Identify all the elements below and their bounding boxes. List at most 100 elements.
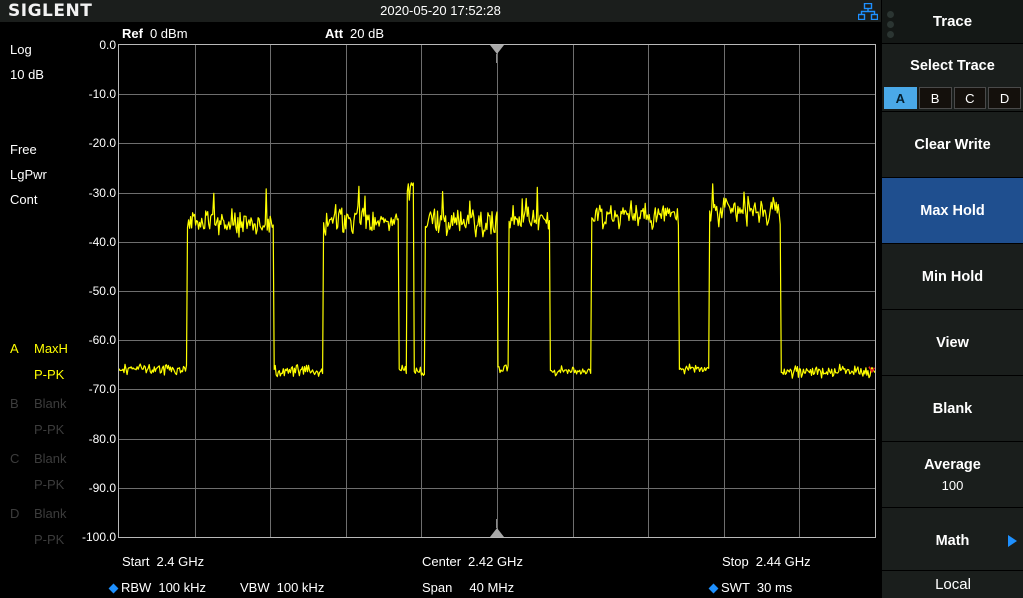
menu-title: Trace bbox=[933, 13, 972, 30]
local-button[interactable]: Local bbox=[882, 570, 1023, 598]
average-count-value: 100 bbox=[942, 478, 964, 493]
center-frequency-line-bottom bbox=[496, 519, 497, 528]
start-freq-value: 2.4 GHz bbox=[156, 554, 204, 569]
softkey-label: Max Hold bbox=[920, 203, 984, 219]
att-key: Att bbox=[325, 26, 343, 41]
softkey-average[interactable]: Average 100 bbox=[882, 442, 1023, 508]
softkey-math[interactable]: Math bbox=[882, 508, 1023, 574]
span-key: Span bbox=[422, 580, 452, 595]
rbw-value: 100 kHz bbox=[158, 580, 206, 595]
softkey-label: Min Hold bbox=[922, 269, 983, 285]
scale-per-div-label: 10 dB bbox=[10, 67, 44, 82]
vbw-field[interactable]: VBW 100 kHz bbox=[240, 580, 324, 595]
menu-grip-handle[interactable] bbox=[886, 8, 898, 41]
vbw-key: VBW bbox=[240, 580, 270, 595]
center-frequency-marker-bottom bbox=[490, 528, 504, 537]
swt-key: SWT bbox=[721, 580, 750, 595]
stop-freq-value: 2.44 GHz bbox=[756, 554, 811, 569]
span-value: 40 MHz bbox=[469, 580, 514, 595]
span-field[interactable]: Span 40 MHz bbox=[422, 580, 514, 595]
start-freq-field[interactable]: Start 2.4 GHz bbox=[122, 554, 204, 569]
y-tick-label: -70.0 bbox=[72, 382, 116, 396]
trace-canvas bbox=[119, 45, 875, 537]
trigger-mode-label: Free bbox=[10, 142, 37, 157]
trace-segment-b[interactable]: B bbox=[919, 87, 952, 109]
y-tick-label: -90.0 bbox=[72, 481, 116, 495]
softkey-label: Blank bbox=[933, 401, 973, 417]
softkey-blank[interactable]: Blank bbox=[882, 376, 1023, 442]
trace-b-id: B bbox=[10, 396, 19, 411]
trace-a-state: MaxH bbox=[34, 341, 68, 356]
y-tick-label: -60.0 bbox=[72, 333, 116, 347]
scale-type-label: Log bbox=[10, 42, 32, 57]
rbw-field[interactable]: RBW 100 kHz bbox=[110, 580, 206, 595]
y-tick-label: -80.0 bbox=[72, 432, 116, 446]
grip-dot-icon bbox=[887, 31, 894, 38]
softkey-label: Clear Write bbox=[914, 137, 990, 153]
ref-key: Ref bbox=[122, 26, 143, 41]
menu-title-bar: Trace bbox=[882, 0, 1023, 44]
softkey-min-hold[interactable]: Min Hold bbox=[882, 244, 1023, 310]
y-tick-label: 0.0 bbox=[72, 38, 116, 52]
softkey-menu: Trace Select Trace A B C D Clear Write M… bbox=[881, 0, 1023, 598]
softkey-label: Math bbox=[936, 533, 970, 549]
local-label: Local bbox=[935, 576, 971, 593]
detector-mode-label: LgPwr bbox=[10, 167, 47, 182]
clock-timestamp: 2020-05-20 17:52:28 bbox=[0, 3, 881, 18]
trace-c-state: Blank bbox=[34, 451, 67, 466]
vbw-value: 100 kHz bbox=[277, 580, 325, 595]
grip-dot-icon bbox=[887, 11, 894, 18]
softkey-max-hold[interactable]: Max Hold bbox=[882, 178, 1023, 244]
trace-a-id: A bbox=[10, 341, 19, 356]
spectrum-graticule[interactable] bbox=[118, 44, 876, 538]
center-freq-field[interactable]: Center 2.42 GHz bbox=[422, 554, 523, 569]
center-freq-key: Center bbox=[422, 554, 461, 569]
y-tick-label: -30.0 bbox=[72, 186, 116, 200]
rbw-auto-diamond-icon bbox=[109, 584, 119, 594]
trace-segment-d[interactable]: D bbox=[988, 87, 1021, 109]
y-tick-label: -20.0 bbox=[72, 136, 116, 150]
center-freq-value: 2.42 GHz bbox=[468, 554, 523, 569]
lan-network-icon[interactable] bbox=[858, 3, 878, 20]
stop-freq-key: Stop bbox=[722, 554, 749, 569]
y-tick-label: -40.0 bbox=[72, 235, 116, 249]
trace-segment-a[interactable]: A bbox=[884, 87, 917, 109]
sweep-mode-label: Cont bbox=[10, 192, 37, 207]
rbw-key: RBW bbox=[121, 580, 151, 595]
trace-a-detector: P-PK bbox=[34, 367, 64, 382]
trace-d-state: Blank bbox=[34, 506, 67, 521]
status-bar: Start 2.4 GHz Center 2.42 GHz Stop 2.44 GHz… bbox=[0, 548, 881, 598]
trace-d-id: D bbox=[10, 506, 19, 521]
y-tick-label: -50.0 bbox=[72, 284, 116, 298]
softkey-label: View bbox=[936, 335, 969, 351]
trace-b-state: Blank bbox=[34, 396, 67, 411]
center-frequency-marker-top bbox=[490, 45, 504, 54]
att-value: 20 dB bbox=[350, 26, 384, 41]
softkey-view[interactable]: View bbox=[882, 310, 1023, 376]
stop-freq-field[interactable]: Stop 2.44 GHz bbox=[722, 554, 811, 569]
trace-segment-c[interactable]: C bbox=[954, 87, 987, 109]
trace-selector: A B C D bbox=[882, 87, 1023, 111]
select-trace-label: Select Trace bbox=[882, 44, 1023, 87]
trace-d-detector: P-PK bbox=[34, 532, 64, 547]
swt-field[interactable]: SWT 30 ms bbox=[710, 580, 792, 595]
softkey-clear-write[interactable]: Clear Write bbox=[882, 112, 1023, 178]
grip-dot-icon bbox=[887, 21, 894, 28]
start-freq-key: Start bbox=[122, 554, 149, 569]
reference-level-annunciator[interactable]: Ref 0 dBm bbox=[122, 26, 188, 41]
center-frequency-line-top bbox=[496, 54, 497, 63]
swt-value: 30 ms bbox=[757, 580, 792, 595]
trace-b-detector: P-PK bbox=[34, 422, 64, 437]
trace-c-id: C bbox=[10, 451, 19, 466]
title-bar: SIGLENT 2020-05-20 17:52:28 bbox=[0, 0, 881, 23]
y-tick-label: -10.0 bbox=[72, 87, 116, 101]
submenu-arrow-icon bbox=[1008, 535, 1017, 547]
attenuation-annunciator[interactable]: Att 20 dB bbox=[325, 26, 384, 41]
y-tick-label: -100.0 bbox=[72, 530, 116, 544]
spectrum-analyzer-screen: SIGLENT 2020-05-20 17:52:28 Ref 0 dBm Att… bbox=[0, 0, 1023, 598]
y-axis-labels: 0.0-10.0-20.0-30.0-40.0-50.0-60.0-70.0-8… bbox=[68, 44, 116, 538]
softkey-label: Average bbox=[924, 457, 981, 473]
ref-value: 0 dBm bbox=[150, 26, 188, 41]
trace-c-detector: P-PK bbox=[34, 477, 64, 492]
swt-auto-diamond-icon bbox=[709, 584, 719, 594]
